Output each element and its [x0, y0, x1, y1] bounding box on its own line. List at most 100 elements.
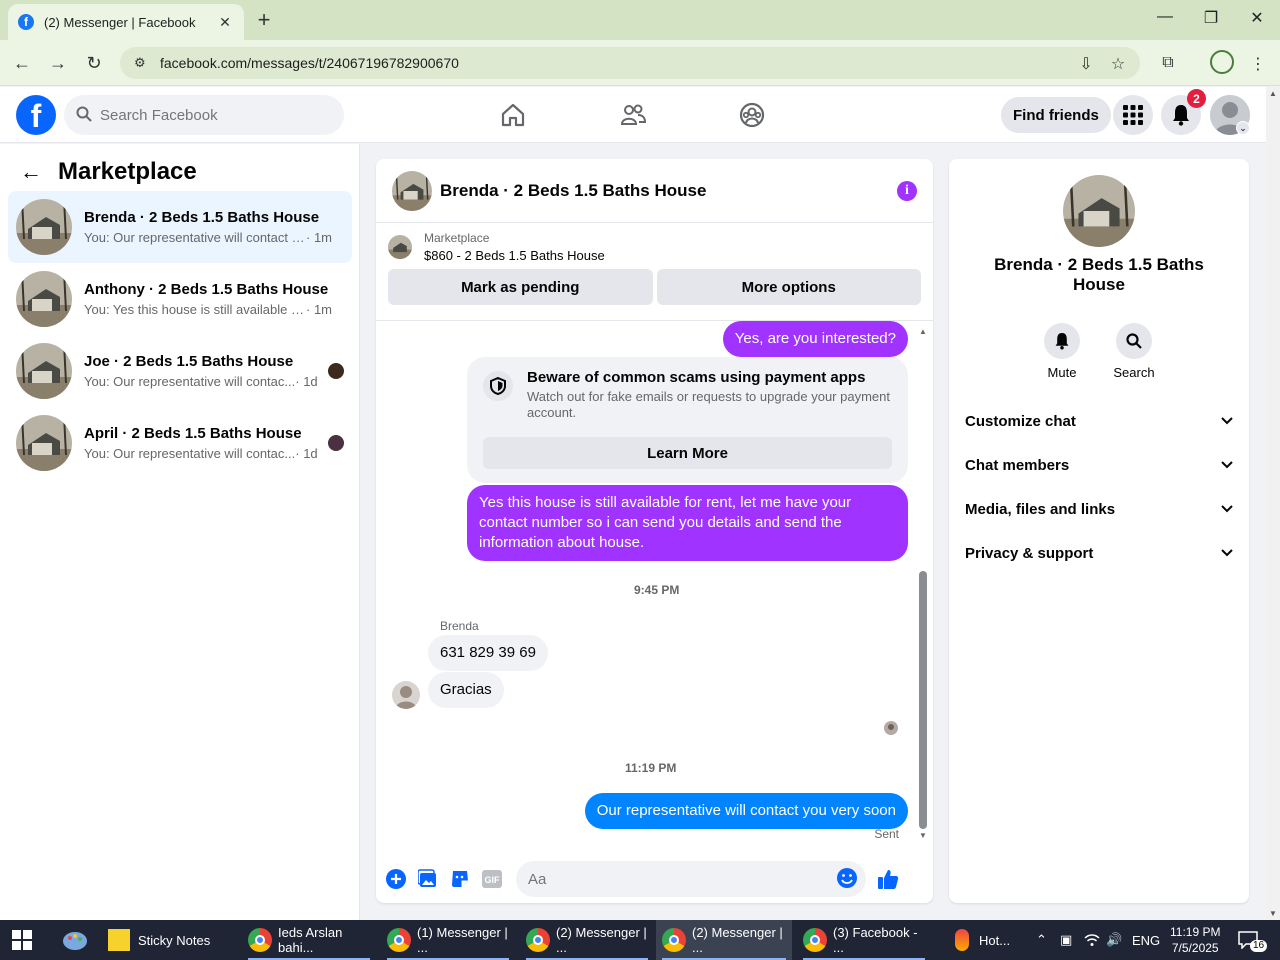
thumbs-up-icon[interactable]	[876, 867, 900, 891]
taskbar-chrome-window[interactable]: Ieds Arslan bahi...	[242, 920, 376, 960]
facebook-logo-icon[interactable]: f	[16, 95, 56, 135]
sticker-icon[interactable]	[448, 867, 472, 891]
new-tab-icon[interactable]: +	[254, 8, 274, 32]
chrome-icon	[803, 928, 827, 952]
message-input[interactable]	[528, 870, 836, 888]
scroll-up-icon[interactable]: ▲	[919, 327, 927, 336]
site-info-icon[interactable]: ⚙	[134, 55, 152, 71]
facebook-favicon-icon: f	[18, 14, 34, 30]
panel-title: Marketplace	[58, 158, 197, 185]
account-chevron-icon[interactable]: ⌄	[1236, 121, 1250, 135]
address-bar[interactable]: ⚙ facebook.com/messages/t/24067196782900…	[120, 47, 1140, 79]
clock-time: 11:19 PM	[1170, 925, 1221, 939]
received-message[interactable]: 631 829 39 69	[428, 635, 548, 671]
sent-message[interactable]: Yes this house is still available for re…	[467, 485, 908, 561]
conversation-item[interactable]: Anthony · 2 Beds 1.5 Baths House You: Ye…	[8, 263, 352, 335]
learn-more-button[interactable]: Learn More	[483, 437, 892, 469]
scroll-down-icon[interactable]: ▼	[1269, 909, 1277, 918]
friends-icon[interactable]	[619, 101, 647, 129]
language-indicator[interactable]: ENG	[1132, 920, 1160, 960]
install-app-icon[interactable]: ⇩	[1076, 54, 1096, 74]
conversation-time: · 1m	[306, 230, 332, 245]
conversation-item[interactable]: Brenda · 2 Beds 1.5 Baths House You: Our…	[8, 191, 352, 263]
conversation-name: Brenda · 2 Beds 1.5 Baths House	[84, 209, 320, 226]
home-icon[interactable]	[499, 101, 527, 129]
mark-as-pending-button[interactable]: Mark as pending	[388, 269, 653, 305]
restore-icon[interactable]: ❐	[1201, 8, 1221, 28]
show-hidden-icons-icon[interactable]: ⌃	[1036, 920, 1047, 960]
windows-start-icon[interactable]	[12, 930, 32, 950]
chat-panel: Brenda · 2 Beds 1.5 Baths House i Market…	[376, 159, 933, 903]
scam-warning-text: Watch out for fake emails or requests to…	[527, 389, 890, 420]
customize-chat-section[interactable]: Customize chat	[965, 401, 1233, 441]
received-message[interactable]: Gracias	[428, 672, 504, 708]
facebook-search[interactable]	[64, 95, 344, 135]
back-icon[interactable]: ←	[10, 52, 34, 74]
bookmark-star-icon[interactable]: ☆	[1108, 54, 1128, 74]
sent-message[interactable]: Yes, are you interested?	[722, 321, 908, 357]
search-in-chat-button[interactable]: Search	[1104, 323, 1164, 380]
emoji-icon[interactable]	[836, 867, 858, 892]
gif-icon[interactable]: GIF	[480, 867, 504, 891]
conversation-snippet: You: Our representative will contact y..…	[84, 230, 306, 245]
listing-large-thumbnail[interactable]	[1063, 175, 1135, 247]
conversation-item[interactable]: Joe · 2 Beds 1.5 Baths House You: Our re…	[8, 335, 352, 407]
info-icon[interactable]: i	[897, 180, 917, 201]
taskbar-label: (2) Messenger | ...	[556, 925, 647, 955]
volume-icon[interactable]: 🔊	[1106, 920, 1122, 960]
sent-message[interactable]: Our representative will contact you very…	[584, 793, 908, 829]
listing-thumbnail	[16, 271, 72, 327]
wifi-icon[interactable]	[1084, 920, 1100, 960]
image-icon[interactable]	[416, 867, 440, 891]
chrome-icon	[526, 928, 550, 952]
search-icon	[76, 106, 92, 125]
close-tab-icon[interactable]: ✕	[216, 14, 234, 31]
menu-grid-icon[interactable]	[1113, 95, 1153, 135]
minimize-icon[interactable]: —	[1155, 8, 1175, 26]
close-window-icon[interactable]: ✕	[1247, 8, 1267, 28]
sender-avatar[interactable]	[392, 681, 420, 709]
media-files-links-section[interactable]: Media, files and links	[965, 489, 1233, 529]
meet-now-icon[interactable]: ▣	[1060, 920, 1072, 960]
chat-thumbnail[interactable]	[392, 170, 432, 211]
clock[interactable]: 11:19 PM 7/5/2025	[1170, 920, 1220, 960]
chat-title[interactable]: Brenda · 2 Beds 1.5 Baths House	[440, 181, 897, 201]
weather-widget[interactable]: Hot...	[955, 920, 1010, 960]
groups-icon[interactable]	[738, 101, 766, 129]
scroll-down-icon[interactable]: ▼	[919, 831, 927, 840]
browser-tab[interactable]: f (2) Messenger | Facebook ✕	[8, 4, 244, 40]
chevron-down-icon	[1221, 546, 1233, 560]
taskbar-chrome-window[interactable]: (2) Messenger | ...	[520, 920, 654, 960]
plus-circle-icon[interactable]	[384, 867, 408, 891]
more-options-button[interactable]: More options	[656, 269, 921, 305]
taskbar-sticky-notes[interactable]: Sticky Notes	[102, 920, 232, 960]
find-friends-button[interactable]: Find friends	[1001, 97, 1111, 133]
section-label: Chat members	[965, 456, 1070, 474]
paint-app-icon[interactable]	[62, 928, 88, 952]
taskbar-label: (3) Facebook - ...	[833, 925, 918, 955]
scroll-up-icon[interactable]: ▲	[1269, 89, 1277, 98]
taskbar-chrome-window-active[interactable]: (2) Messenger | ...	[656, 920, 792, 960]
conversation-item[interactable]: April · 2 Beds 1.5 Baths House You: Our …	[8, 407, 352, 479]
chat-members-section[interactable]: Chat members	[965, 445, 1233, 485]
chevron-down-icon	[1221, 458, 1233, 472]
chat-scrollbar[interactable]: ▲ ▼	[919, 327, 927, 843]
reload-icon[interactable]: ↻	[82, 52, 106, 74]
tab-search-icon[interactable]: ⧉	[1158, 54, 1178, 72]
facebook-search-input[interactable]	[100, 106, 320, 124]
mute-button[interactable]: Mute	[1032, 323, 1092, 380]
forward-icon[interactable]: →	[46, 52, 70, 74]
page-scrollbar[interactable]: ▲ ▼	[1266, 87, 1280, 920]
notification-center-icon[interactable]: 16	[1238, 920, 1268, 960]
taskbar-chrome-window[interactable]: (3) Facebook - ...	[797, 920, 931, 960]
scroll-thumb[interactable]	[919, 571, 927, 829]
listing-price-title[interactable]: $860 - 2 Beds 1.5 Baths House	[424, 248, 605, 263]
conversation-snippet: You: Yes this house is still available f…	[84, 302, 306, 317]
message-input-box[interactable]	[516, 861, 866, 897]
privacy-support-section[interactable]: Privacy & support	[965, 533, 1233, 573]
section-label: Media, files and links	[965, 500, 1116, 518]
taskbar-chrome-window[interactable]: (1) Messenger | ...	[381, 920, 515, 960]
browser-menu-icon[interactable]: ⋮	[1248, 54, 1268, 74]
back-arrow-icon[interactable]: ←	[20, 159, 46, 185]
browser-profile-icon[interactable]	[1210, 50, 1234, 74]
